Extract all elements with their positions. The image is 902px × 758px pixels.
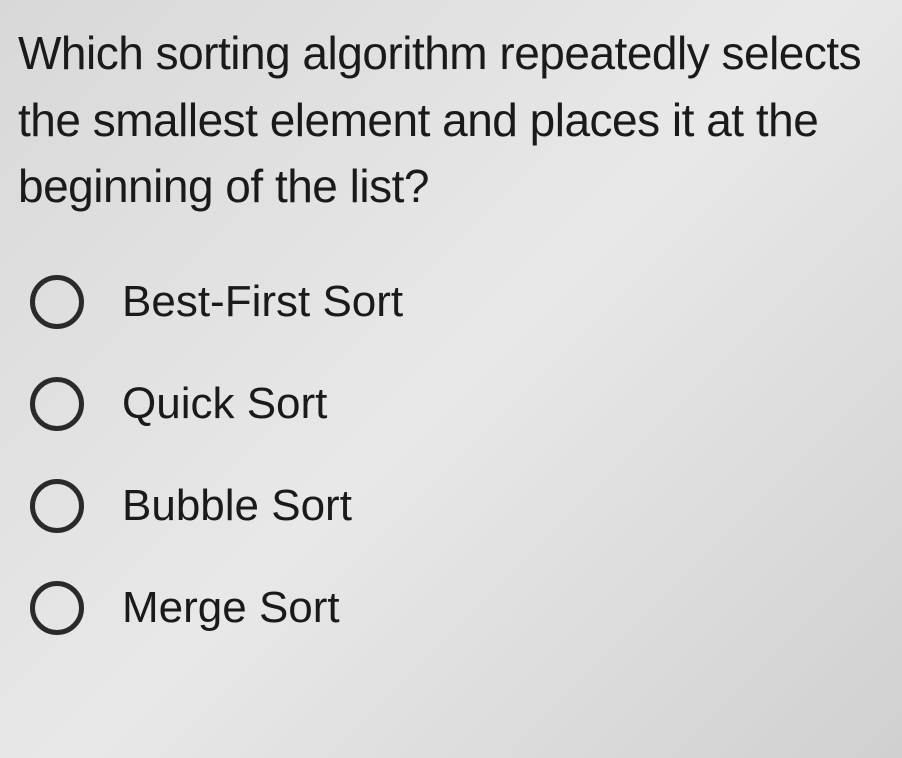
radio-icon [30,479,84,533]
option-label: Bubble Sort [122,481,352,531]
radio-icon [30,275,84,329]
options-list: Best-First Sort Quick Sort Bubble Sort M… [18,275,884,635]
option-merge-sort[interactable]: Merge Sort [30,581,884,635]
option-label: Merge Sort [122,583,340,633]
radio-icon [30,581,84,635]
option-label: Best-First Sort [122,277,403,327]
radio-icon [30,377,84,431]
option-label: Quick Sort [122,379,327,429]
question-text: Which sorting algorithm repeatedly selec… [18,20,884,220]
option-quick-sort[interactable]: Quick Sort [30,377,884,431]
option-best-first-sort[interactable]: Best-First Sort [30,275,884,329]
option-bubble-sort[interactable]: Bubble Sort [30,479,884,533]
